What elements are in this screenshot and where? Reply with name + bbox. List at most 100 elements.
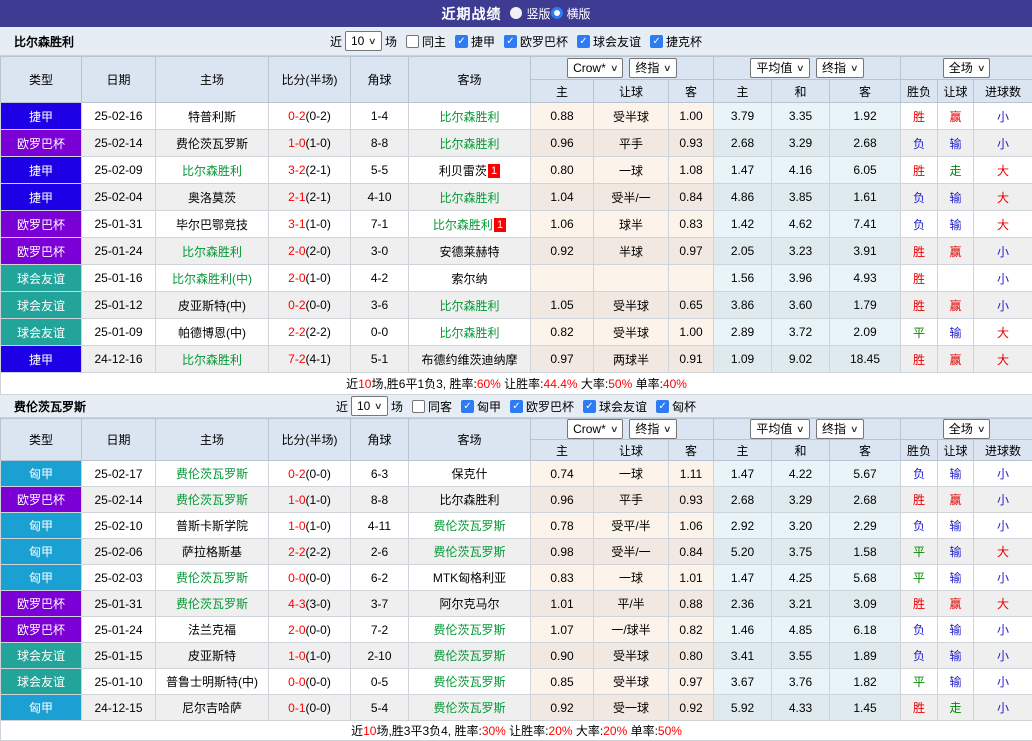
summary-segment: 近 bbox=[351, 724, 363, 738]
match-date: 25-02-10 bbox=[82, 513, 156, 539]
league-filter-checkbox[interactable]: ✓ bbox=[650, 35, 663, 48]
league-filter-label[interactable]: 欧罗巴杯 bbox=[520, 33, 568, 50]
away-team-cell: 比尔森胜利 bbox=[409, 292, 531, 319]
result-outcome: 平 bbox=[901, 565, 938, 591]
crow-odds-handicap bbox=[594, 265, 669, 292]
crow-odds-handicap: 受半球 bbox=[594, 103, 669, 130]
filter-bar: 近10∨场同主✓捷甲✓欧罗巴杯✓球会友谊✓捷克杯 bbox=[330, 31, 702, 51]
league-filter-label[interactable]: 欧罗巴杯 bbox=[526, 398, 574, 415]
average-odds-away: 2.68 bbox=[830, 130, 901, 157]
average-odds-home: 1.46 bbox=[714, 617, 772, 643]
average-odds-away: 7.41 bbox=[830, 211, 901, 238]
layout-radio-vertical[interactable]: 竖版 bbox=[510, 5, 550, 22]
match-row: 捷甲24-12-16比尔森胜利7-2(4-1)5-1布德约维茨迪纳摩0.97两球… bbox=[1, 346, 1032, 373]
average-final-select[interactable]: 终指∨ bbox=[816, 419, 864, 439]
matches-table: 类型日期主场比分(半场)角球客场Crow*∨终指∨平均值∨终指∨全场∨主让球客主… bbox=[0, 418, 1032, 741]
crow-odds-home: 1.06 bbox=[531, 211, 594, 238]
layout-radio-horizontal[interactable]: 横版 bbox=[551, 5, 591, 22]
column-header: 角球 bbox=[351, 419, 409, 461]
league-badge: 匈甲 bbox=[1, 461, 82, 487]
near-label: 近 bbox=[330, 33, 342, 50]
league-filter-label[interactable]: 球会友谊 bbox=[593, 33, 641, 50]
average-final-select[interactable]: 终指∨ bbox=[816, 58, 864, 78]
home-team-cell: 费伦茨瓦罗斯 bbox=[156, 487, 269, 513]
result-outcome: 胜 bbox=[901, 157, 938, 184]
result-goals: 大 bbox=[974, 184, 1032, 211]
match-row: 欧罗巴杯25-02-14费伦茨瓦罗斯1-0(1-0)8-8比尔森胜利0.96平手… bbox=[1, 130, 1032, 157]
crow-final-select[interactable]: 终指∨ bbox=[629, 419, 677, 439]
radio-icon[interactable] bbox=[551, 7, 563, 19]
radio-icon[interactable] bbox=[510, 7, 522, 19]
crow-odds-away: 0.97 bbox=[669, 238, 714, 265]
away-team-cell: 阿尔克马尔 bbox=[409, 591, 531, 617]
average-source-select[interactable]: 平均值∨ bbox=[750, 58, 810, 78]
column-subheader: 进球数 bbox=[974, 80, 1032, 103]
league-badge: 欧罗巴杯 bbox=[1, 591, 82, 617]
league-badge: 匈甲 bbox=[1, 565, 82, 591]
radio-label[interactable]: 竖版 bbox=[526, 5, 550, 22]
same-venue-label[interactable]: 同客 bbox=[428, 398, 452, 415]
league-filter-checkbox[interactable]: ✓ bbox=[583, 400, 596, 413]
match-date: 25-02-14 bbox=[82, 130, 156, 157]
score-cell: 0-2(0-2) bbox=[269, 103, 351, 130]
crow-odds-handicap: 两球半 bbox=[594, 346, 669, 373]
team-section-bar: 比尔森胜利近10∨场同主✓捷甲✓欧罗巴杯✓球会友谊✓捷克杯 bbox=[0, 27, 1032, 56]
radio-label[interactable]: 横版 bbox=[567, 5, 591, 22]
average-source-select[interactable]: 平均值∨ bbox=[750, 419, 810, 439]
league-filter-label[interactable]: 球会友谊 bbox=[599, 398, 647, 415]
team-name-text: 尼尔吉哈萨 bbox=[182, 701, 242, 715]
result-goals: 大 bbox=[974, 346, 1032, 373]
home-team-cell: 皮亚斯特 bbox=[156, 643, 269, 669]
league-filter-label[interactable]: 捷克杯 bbox=[666, 33, 702, 50]
away-team-cell: 比尔森胜利 bbox=[409, 319, 531, 346]
away-team-cell: 费伦茨瓦罗斯 bbox=[409, 539, 531, 565]
result-goals: 小 bbox=[974, 617, 1032, 643]
team-name-text: 毕尔巴鄂竞技 bbox=[176, 218, 248, 232]
league-filter-label[interactable]: 匈杯 bbox=[672, 398, 696, 415]
match-row: 欧罗巴杯25-01-31费伦茨瓦罗斯4-3(3-0)3-7阿尔克马尔1.01平/… bbox=[1, 591, 1032, 617]
average-odds-draw: 3.35 bbox=[772, 103, 830, 130]
matches-count-select[interactable]: 10∨ bbox=[345, 31, 382, 51]
crow-odds-away: 0.92 bbox=[669, 695, 714, 721]
same-venue-checkbox[interactable] bbox=[406, 35, 419, 48]
match-row: 匈甲25-02-03费伦茨瓦罗斯0-0(0-0)6-2MTK匈格利亚0.83一球… bbox=[1, 565, 1032, 591]
away-team-cell: 费伦茨瓦罗斯 bbox=[409, 617, 531, 643]
league-filter-checkbox[interactable]: ✓ bbox=[510, 400, 523, 413]
league-filter-checkbox[interactable]: ✓ bbox=[656, 400, 669, 413]
matches-count-select[interactable]: 10∨ bbox=[351, 396, 388, 416]
league-filter-label[interactable]: 匈甲 bbox=[477, 398, 501, 415]
fullmatch-select[interactable]: 全场∨ bbox=[943, 419, 991, 439]
same-venue-checkbox[interactable] bbox=[412, 400, 425, 413]
crow-source-select[interactable]: Crow*∨ bbox=[567, 58, 623, 78]
match-date: 25-01-16 bbox=[82, 265, 156, 292]
result-goals: 小 bbox=[974, 130, 1032, 157]
match-date: 25-01-31 bbox=[82, 591, 156, 617]
league-filter-checkbox[interactable]: ✓ bbox=[455, 35, 468, 48]
result-goals: 大 bbox=[974, 211, 1032, 238]
league-filter-checkbox[interactable]: ✓ bbox=[461, 400, 474, 413]
summary-text: 近10场,胜3平3负4, 胜率:30% 让胜率:20% 大率:20% 单率:50… bbox=[1, 721, 1032, 741]
league-filter-label[interactable]: 捷甲 bbox=[471, 33, 495, 50]
chevron-down-icon: ∨ bbox=[850, 420, 859, 438]
crow-source-select[interactable]: Crow*∨ bbox=[567, 419, 623, 439]
average-odds-draw: 3.60 bbox=[772, 292, 830, 319]
same-venue-label[interactable]: 同主 bbox=[422, 33, 446, 50]
result-goals: 小 bbox=[974, 461, 1032, 487]
column-subheader: 和 bbox=[772, 80, 830, 103]
league-filter-checkbox[interactable]: ✓ bbox=[577, 35, 590, 48]
average-odds-away: 1.79 bbox=[830, 292, 901, 319]
result-handicap: 输 bbox=[938, 184, 974, 211]
column-header: 日期 bbox=[82, 419, 156, 461]
result-outcome: 胜 bbox=[901, 591, 938, 617]
crow-final-select[interactable]: 终指∨ bbox=[629, 58, 677, 78]
result-outcome: 胜 bbox=[901, 238, 938, 265]
average-odds-draw: 4.33 bbox=[772, 695, 830, 721]
average-odds-draw: 3.96 bbox=[772, 265, 830, 292]
fullmatch-select[interactable]: 全场∨ bbox=[943, 58, 991, 78]
corners-cell: 6-3 bbox=[351, 461, 409, 487]
corners-cell: 3-0 bbox=[351, 238, 409, 265]
league-filter-checkbox[interactable]: ✓ bbox=[504, 35, 517, 48]
average-odds-home: 2.68 bbox=[714, 130, 772, 157]
home-team-cell: 萨拉格斯基 bbox=[156, 539, 269, 565]
crow-odds-handicap: 平/半 bbox=[594, 591, 669, 617]
